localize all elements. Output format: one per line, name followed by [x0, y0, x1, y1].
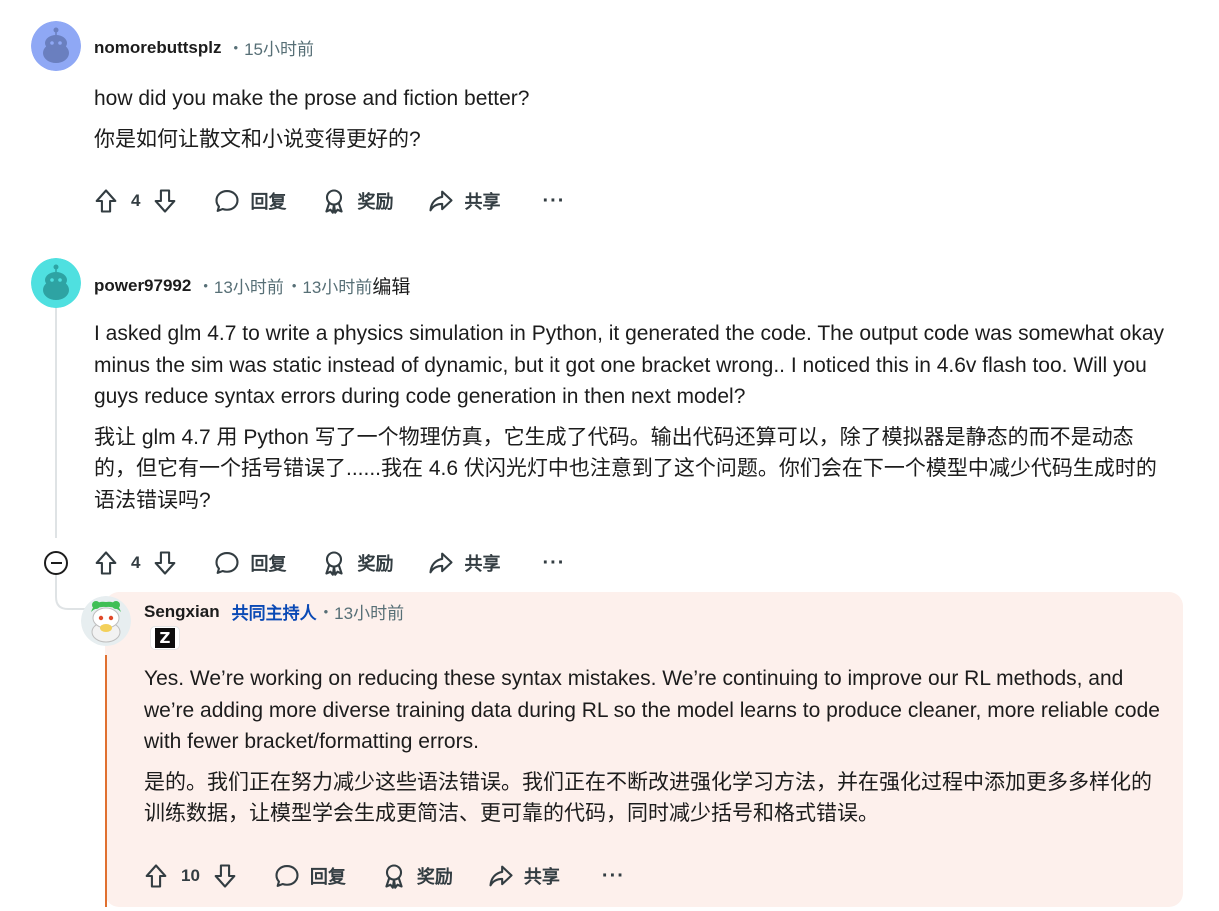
award-label: 奖励 — [416, 867, 453, 887]
user-flair: Z — [150, 626, 180, 650]
comment-meta: nomorebuttsplz • 15小时前 — [94, 35, 314, 60]
vote-score: 10 — [181, 866, 200, 885]
comment-body: I asked glm 4.7 to write a physics simul… — [94, 318, 1179, 525]
reply-icon — [215, 552, 240, 574]
comment-meta: Sengxian 共同主持人 • 13小时前 — [144, 599, 404, 624]
comment-paragraph: I asked glm 4.7 to write a physics simul… — [94, 322, 1165, 408]
comment-body: Yes. We’re working on reducing these syn… — [144, 663, 1174, 839]
more-options-icon[interactable]: ··· — [542, 190, 565, 213]
flair-z-icon: Z — [155, 628, 175, 648]
upvote-icon[interactable] — [142, 862, 170, 890]
author-name[interactable]: Sengxian — [144, 602, 220, 622]
award-button[interactable]: 奖励 — [320, 187, 393, 215]
upvote-icon[interactable] — [92, 549, 120, 577]
thread-line[interactable] — [55, 306, 57, 538]
share-button[interactable]: 共享 — [487, 862, 560, 890]
comment-paragraph: 是的。我们正在努力减少这些语法错误。我们正在不断改进强化学习方法，并在强化过程中… — [144, 770, 1152, 826]
avatar[interactable] — [31, 258, 81, 308]
comment-paragraph: Yes. We’re working on reducing these syn… — [144, 667, 1160, 753]
share-button[interactable]: 共享 — [427, 549, 500, 577]
separator-dot: • — [291, 278, 297, 293]
share-icon — [489, 865, 513, 887]
avatar[interactable] — [31, 21, 81, 71]
comment-meta: power97992 • 13小时前 • 13小时前 编辑 — [94, 272, 410, 299]
edited-label: 编辑 — [372, 277, 411, 298]
share-label: 共享 — [464, 192, 501, 212]
award-icon — [385, 864, 403, 889]
award-button[interactable]: 奖励 — [380, 862, 453, 890]
downvote-icon[interactable] — [151, 187, 179, 215]
more-options-icon[interactable]: ··· — [602, 865, 625, 888]
moderator-label: 共同主持人 — [231, 604, 317, 623]
reply-button[interactable]: 回复 — [213, 187, 286, 215]
snoo-avatar-icon — [81, 596, 131, 646]
author-name[interactable]: power97992 — [94, 276, 191, 296]
reply-button[interactable]: 回复 — [213, 549, 286, 577]
reply-icon — [215, 190, 240, 212]
award-label: 奖励 — [357, 554, 394, 574]
separator-dot: • — [203, 278, 208, 293]
edited-timestamp: 13小时前 — [302, 278, 373, 297]
action-row: 4 回复 奖励 共享 ··· — [92, 543, 565, 583]
vote-group: 10 — [142, 862, 239, 890]
separator-dot: • — [323, 604, 329, 619]
reply-label: 回复 — [250, 192, 287, 212]
downvote-icon[interactable] — [151, 549, 179, 577]
share-label: 共享 — [523, 867, 560, 887]
award-icon — [325, 551, 344, 576]
avatar[interactable] — [81, 596, 131, 646]
vote-group: 4 — [92, 549, 179, 577]
action-row: 10 回复 奖励 共享 ··· — [142, 856, 625, 896]
action-row: 4 回复 奖励 共享 ··· — [92, 181, 565, 221]
reply-button[interactable]: 回复 — [273, 862, 346, 890]
timestamp[interactable]: 13小时前 — [214, 273, 284, 298]
comment-paragraph: how did you make the prose and fiction b… — [94, 87, 530, 110]
snoo-avatar-icon — [31, 258, 81, 308]
mod-indicator-bar — [105, 655, 107, 907]
share-button[interactable]: 共享 — [427, 187, 500, 215]
share-label: 共享 — [464, 554, 501, 574]
reply-icon — [275, 865, 299, 887]
downvote-icon[interactable] — [211, 862, 239, 890]
vote-score: 4 — [131, 191, 141, 210]
share-icon — [429, 552, 454, 574]
thread-connector — [55, 575, 85, 610]
comment-paragraph: 你是如何让散文和小说变得更好的? — [94, 127, 421, 151]
comment-paragraph: 我让 glm 4.7 用 Python 写了一个物理仿真，它生成了代码。输出代码… — [94, 425, 1157, 512]
comment-body: how did you make the prose and fiction b… — [94, 83, 1174, 164]
vote-score: 4 — [131, 553, 141, 572]
separator-dot: • — [233, 40, 239, 55]
vote-group: 4 — [92, 187, 179, 215]
author-name[interactable]: nomorebuttsplz — [94, 38, 222, 58]
snoo-avatar-icon — [31, 21, 81, 71]
reply-label: 回复 — [250, 554, 287, 574]
timestamp[interactable]: 13小时前 — [334, 599, 404, 624]
reply-label: 回复 — [309, 867, 346, 887]
award-label: 奖励 — [357, 192, 394, 212]
collapse-icon[interactable] — [44, 551, 68, 575]
timestamp[interactable]: 15小时前 — [244, 35, 314, 60]
more-options-icon[interactable]: ··· — [542, 552, 565, 575]
award-icon — [325, 189, 344, 214]
award-button[interactable]: 奖励 — [320, 549, 393, 577]
upvote-icon[interactable] — [92, 187, 120, 215]
share-icon — [429, 190, 454, 212]
